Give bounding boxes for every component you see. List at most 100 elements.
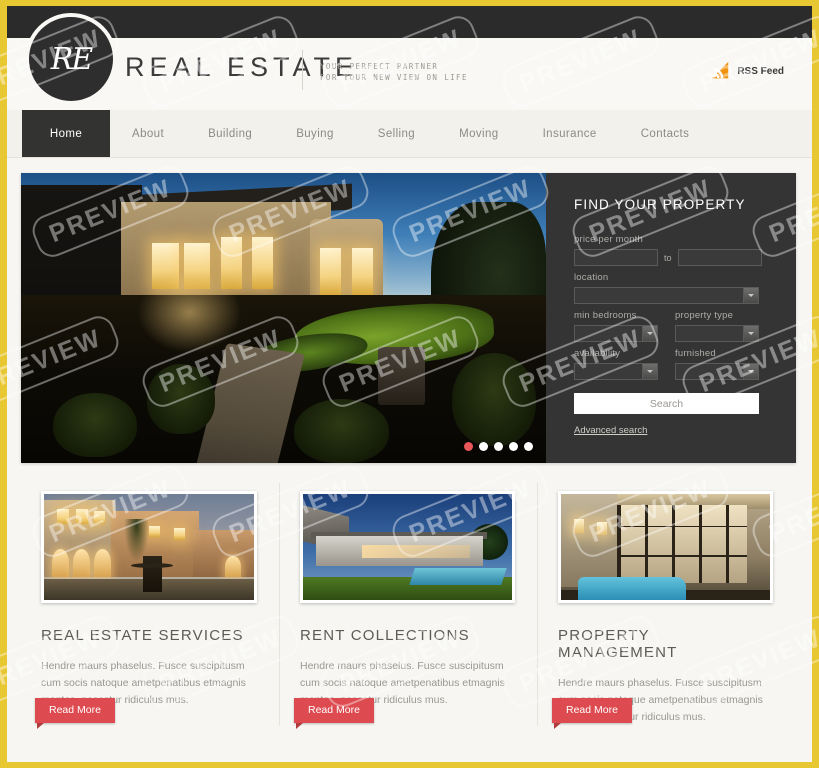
price-separator-label: to: [664, 252, 672, 263]
property-type-field: property type: [675, 310, 759, 342]
nav-item-insurance[interactable]: Insurance: [521, 110, 619, 157]
hero-shrub: [147, 364, 216, 434]
property-type-label: property type: [675, 310, 734, 321]
slider-dot-5[interactable]: [524, 442, 533, 451]
price-label: price per month: [574, 234, 644, 245]
read-more-button[interactable]: Read More: [552, 698, 632, 729]
card-title: RENT COLLECTIONS: [300, 627, 470, 644]
villa-window: [149, 525, 160, 538]
logo-monogram-text: RE: [50, 41, 93, 77]
advanced-search-link[interactable]: Advanced search: [574, 425, 647, 436]
location-label: location: [574, 272, 609, 283]
hero-window: [351, 248, 373, 295]
slider-dot-2[interactable]: [479, 442, 488, 451]
furnished-select[interactable]: [675, 363, 759, 380]
nav-item-home[interactable]: Home: [22, 110, 110, 157]
site-logo[interactable]: RE: [25, 13, 117, 105]
villa-arch: [224, 555, 242, 577]
interior-pool: [577, 576, 687, 600]
villa-window: [56, 508, 70, 524]
page-container: RE REAL ESTATE YOUR PERFECT PARTNER FOR …: [7, 6, 812, 762]
tagline-line-2: FOR YOUR NEW VIEW ON LIFE: [320, 73, 468, 82]
property-type-select[interactable]: [675, 325, 759, 342]
services-card-row: REAL ESTATE SERVICES Hendre maurs phasel…: [21, 483, 796, 729]
brand-divider: [302, 50, 303, 90]
villa-artwork: [44, 494, 254, 600]
slider-dot-1[interactable]: [464, 442, 473, 451]
villa-fountain: [131, 555, 173, 592]
slider-dot-3[interactable]: [494, 442, 503, 451]
chevron-down-icon: [743, 364, 758, 379]
villa-arch: [52, 549, 70, 577]
read-more-button[interactable]: Read More: [35, 698, 115, 729]
door-mullion: [726, 504, 730, 584]
slider-dots: [464, 442, 533, 451]
door-mullion: [617, 525, 747, 528]
chevron-down-icon: [642, 364, 657, 379]
door-mullion: [617, 504, 621, 584]
search-button[interactable]: Search: [574, 393, 759, 414]
nav-item-moving[interactable]: Moving: [437, 110, 520, 157]
tagline-line-1: YOUR PERFECT PARTNER: [320, 62, 439, 71]
top-dark-bar: [7, 6, 812, 38]
bedrooms-type-row: min bedrooms property type: [574, 310, 774, 342]
card-image-real-estate-services[interactable]: [41, 491, 257, 603]
card-title: REAL ESTATE SERVICES: [41, 627, 244, 644]
furnished-label: furnished: [675, 348, 716, 359]
rss-feed-link[interactable]: RSS Feed: [709, 60, 784, 82]
property-search-panel: FIND YOUR PROPERTY price per month to lo…: [546, 173, 796, 463]
slider-dot-4[interactable]: [509, 442, 518, 451]
chevron-down-icon: [743, 326, 758, 341]
modern-house-pool: [408, 568, 507, 586]
hero-rock-feature: [378, 347, 426, 405]
modern-house-interior-glow: [361, 544, 471, 558]
price-max-input[interactable]: [677, 249, 762, 266]
card-image-property-management[interactable]: [558, 491, 773, 603]
door-mullion: [698, 504, 703, 584]
nav-item-buying[interactable]: Buying: [274, 110, 356, 157]
hero-shrub: [52, 393, 137, 458]
hero-section: FIND YOUR PROPERTY price per month to lo…: [21, 173, 796, 463]
wall-sconce-light: [596, 521, 607, 536]
location-select[interactable]: [574, 287, 759, 304]
card-image-rent-collections[interactable]: [300, 491, 515, 603]
chevron-down-icon: [743, 288, 758, 303]
door-mullion: [671, 504, 676, 584]
availability-field: availability: [574, 348, 658, 380]
bedrooms-label: min bedrooms: [574, 310, 637, 321]
rss-icon: [712, 61, 729, 79]
hero-shrub: [294, 399, 389, 463]
availability-label: availability: [574, 348, 621, 359]
rss-feed-label: RSS Feed: [737, 65, 784, 77]
villa-window: [94, 510, 105, 524]
service-card: REAL ESTATE SERVICES Hendre maurs phasel…: [21, 483, 279, 729]
nav-item-about[interactable]: About: [110, 110, 186, 157]
nav-item-selling[interactable]: Selling: [356, 110, 437, 157]
bedrooms-field: min bedrooms: [574, 310, 658, 342]
brand-tagline: YOUR PERFECT PARTNER FOR YOUR NEW VIEW O…: [320, 61, 468, 83]
hero-path-light-glow: [136, 271, 242, 353]
nav-item-building[interactable]: Building: [186, 110, 274, 157]
villa-arch: [73, 549, 91, 577]
hero-window: [320, 248, 342, 295]
read-more-button[interactable]: Read More: [294, 698, 374, 729]
interior-patio-artwork: [561, 494, 770, 600]
villa-far-wing: [193, 530, 254, 577]
service-card: PROPERTY MANAGEMENT Hendre maurs phaselu…: [537, 483, 795, 729]
availability-select[interactable]: [574, 363, 658, 380]
furnished-field: furnished: [675, 348, 759, 380]
hero-slider-image[interactable]: [21, 173, 546, 463]
price-min-input[interactable]: [574, 249, 658, 266]
wall-sconce-light: [573, 519, 584, 534]
nav-item-contacts[interactable]: Contacts: [619, 110, 712, 157]
search-panel-title: FIND YOUR PROPERTY: [574, 197, 746, 212]
main-navigation: Home About Building Buying Selling Moving Insu…: [7, 110, 812, 158]
modern-house-artwork: [303, 494, 512, 600]
villa-arch: [94, 549, 112, 577]
service-card: RENT COLLECTIONS Hendre maurs phaselus. …: [279, 483, 537, 729]
hero-shrub: [451, 352, 536, 446]
door-mullion: [617, 555, 747, 558]
chevron-down-icon: [642, 326, 657, 341]
availability-furnished-row: availability furnished: [574, 348, 774, 380]
bedrooms-select[interactable]: [574, 325, 658, 342]
